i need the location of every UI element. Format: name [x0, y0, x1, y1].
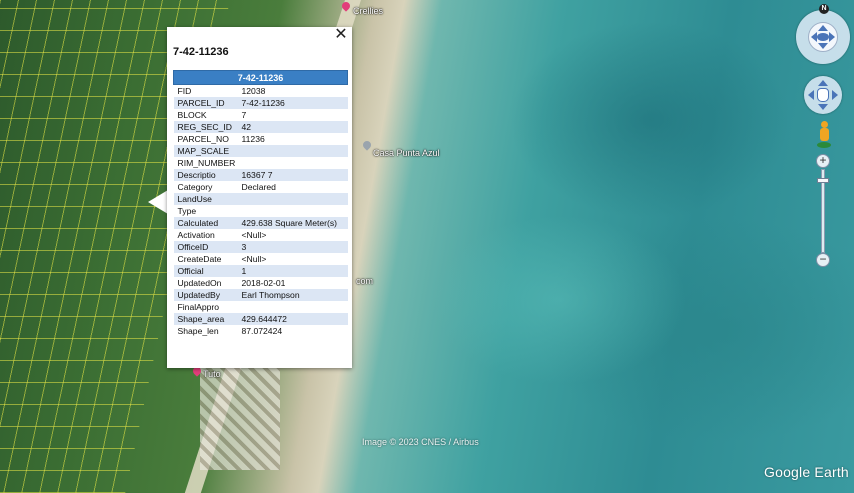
- attribute-key: Official: [173, 265, 238, 277]
- attribute-value: 1: [237, 265, 348, 277]
- north-indicator[interactable]: N: [819, 4, 829, 14]
- attribute-value: [237, 157, 348, 169]
- attribute-value: 7-42-11236: [237, 97, 348, 109]
- look-down-arrow-icon[interactable]: [818, 43, 828, 49]
- attribute-value: Earl Thompson: [237, 289, 348, 301]
- zoom-thumb[interactable]: [817, 178, 829, 184]
- attribute-key: FID: [173, 84, 238, 97]
- attribute-key: PARCEL_NO: [173, 133, 238, 145]
- attribute-key: UpdatedOn: [173, 277, 238, 289]
- attribute-value: 3: [237, 241, 348, 253]
- attribute-row: FinalAppro: [173, 301, 348, 313]
- attribute-value: 2018-02-01: [237, 277, 348, 289]
- pegman-head: [821, 121, 828, 128]
- attribute-row: REG_SEC_ID 42: [173, 121, 348, 133]
- attribute-key: Category: [173, 181, 238, 193]
- attribute-value: Declared: [237, 181, 348, 193]
- place-label-tuto[interactable]: Tuto: [203, 369, 221, 379]
- attribute-value: [237, 145, 348, 157]
- attribute-key: RIM_NUMBER: [173, 157, 238, 169]
- attribute-row: RIM_NUMBER: [173, 157, 348, 169]
- attribute-value: 429.644472: [237, 313, 348, 325]
- attribute-row: Descriptio 16367 7: [173, 169, 348, 181]
- attribute-key: REG_SEC_ID: [173, 121, 238, 133]
- attribute-key: PARCEL_ID: [173, 97, 238, 109]
- pan-down-arrow-icon[interactable]: [818, 104, 828, 110]
- attribute-row: LandUse: [173, 193, 348, 205]
- attribute-value: <Null>: [237, 229, 348, 241]
- place-label-casa-punta-azul[interactable]: Casa Punta Azul: [373, 148, 440, 158]
- attribute-row: Category Declared: [173, 181, 348, 193]
- attribute-table: 7-42-11236 FID 12038 PARCEL_ID 7-42-11236 BL…: [173, 70, 348, 337]
- attribute-value: 16367 7: [237, 169, 348, 181]
- attribute-row: PARCEL_NO 11236: [173, 133, 348, 145]
- close-icon[interactable]: ✕: [334, 27, 348, 43]
- attribute-row: Type: [173, 205, 348, 217]
- pan-control[interactable]: [804, 76, 842, 114]
- attribute-table-body: FID 12038 PARCEL_ID 7-42-11236 BLOCK 7 REG_SEC…: [173, 84, 348, 337]
- attribute-row: UpdatedOn 2018-02-01: [173, 277, 348, 289]
- zoom-out-icon[interactable]: −: [816, 253, 830, 267]
- attribute-value: 12038: [237, 84, 348, 97]
- look-up-arrow-icon[interactable]: [818, 25, 828, 31]
- place-label-com[interactable]: com: [356, 276, 373, 286]
- attribute-key: Calculated: [173, 217, 238, 229]
- attribute-key: Shape_len: [173, 325, 238, 337]
- attribute-value: 87.072424: [237, 325, 348, 337]
- feature-info-balloon: ✕ 7-42-11236 7-42-11236 FID 12038 PARCEL_I…: [167, 27, 352, 368]
- attribute-key: Type: [173, 205, 238, 217]
- balloon-title: 7-42-11236: [173, 46, 229, 58]
- attribute-row: PARCEL_ID 7-42-11236: [173, 97, 348, 109]
- attribute-key: UpdatedBy: [173, 289, 238, 301]
- attribute-key: LandUse: [173, 193, 238, 205]
- attribute-row: Activation <Null>: [173, 229, 348, 241]
- attribute-value: 429.638 Square Meter(s): [237, 217, 348, 229]
- pegman-base: [817, 142, 831, 148]
- balloon-pointer: [148, 190, 168, 214]
- attribute-row: OfficeID 3: [173, 241, 348, 253]
- attribute-row: MAP_SCALE: [173, 145, 348, 157]
- attribute-key: CreateDate: [173, 253, 238, 265]
- attribute-value: 42: [237, 121, 348, 133]
- pan-hand-icon[interactable]: [817, 88, 829, 102]
- look-right-arrow-icon[interactable]: [829, 32, 835, 42]
- pan-up-arrow-icon[interactable]: [818, 80, 828, 86]
- imagery-attribution: Image © 2023 CNES / Airbus: [362, 437, 479, 447]
- attribute-key: Activation: [173, 229, 238, 241]
- pegman-icon[interactable]: [817, 121, 831, 149]
- place-label-crellies[interactable]: Crellies: [353, 6, 383, 16]
- attribute-key: Descriptio: [173, 169, 238, 181]
- attribute-key: MAP_SCALE: [173, 145, 238, 157]
- attribute-value: [237, 205, 348, 217]
- attribute-row: UpdatedBy Earl Thompson: [173, 289, 348, 301]
- attribute-table-header: 7-42-11236: [173, 70, 348, 85]
- attribute-key: FinalAppro: [173, 301, 238, 313]
- attribute-key: OfficeID: [173, 241, 238, 253]
- attribute-row: Shape_area 429.644472: [173, 313, 348, 325]
- eye-icon: [817, 33, 829, 41]
- compass-control[interactable]: N: [796, 4, 850, 64]
- attribute-row: BLOCK 7: [173, 109, 348, 121]
- attribute-value: 7: [237, 109, 348, 121]
- attribute-row: Calculated 429.638 Square Meter(s): [173, 217, 348, 229]
- attribute-value: 11236: [237, 133, 348, 145]
- pegman-body: [820, 128, 829, 141]
- zoom-slider[interactable]: + −: [815, 154, 831, 267]
- attribute-value: <Null>: [237, 253, 348, 265]
- zoom-in-icon[interactable]: +: [816, 154, 830, 168]
- pan-right-arrow-icon[interactable]: [832, 90, 838, 100]
- attribute-row: Shape_len 87.072424: [173, 325, 348, 337]
- attribute-value: [237, 301, 348, 313]
- attribute-row: Official 1: [173, 265, 348, 277]
- pan-left-arrow-icon[interactable]: [808, 90, 814, 100]
- attribute-row: CreateDate <Null>: [173, 253, 348, 265]
- google-earth-logo: Google Earth: [764, 464, 849, 480]
- attribute-key: Shape_area: [173, 313, 238, 325]
- attribute-value: [237, 193, 348, 205]
- attribute-row: FID 12038: [173, 84, 348, 97]
- satellite-map[interactable]: Crellies Casa Punta Azul com Tuto Image …: [0, 0, 854, 493]
- attribute-key: BLOCK: [173, 109, 238, 121]
- place-pin-icon[interactable]: [361, 139, 373, 151]
